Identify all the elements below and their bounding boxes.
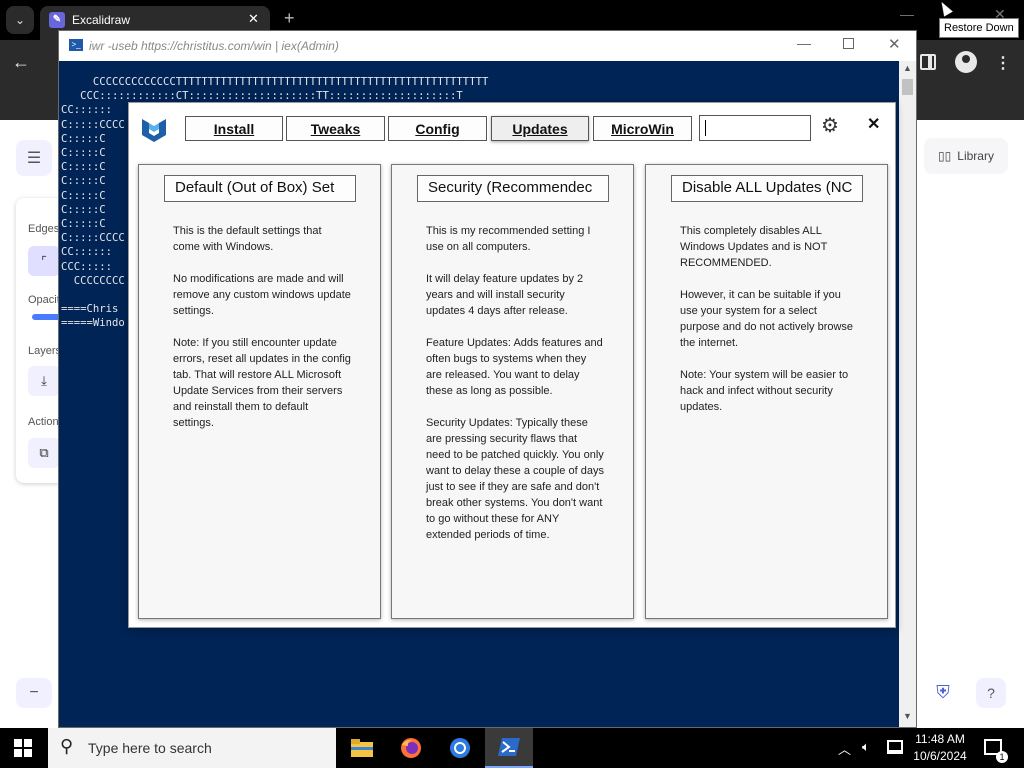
opacity-label: Opacit (28, 294, 60, 306)
minimize-icon[interactable]: — (797, 35, 811, 51)
hamburger-menu-icon[interactable]: ☰ (16, 140, 52, 176)
tab-config[interactable]: Config (388, 116, 487, 141)
default-settings-button[interactable]: Default (Out of Box) Set (164, 175, 356, 202)
volume-icon[interactable]: 🔈︎ (862, 739, 870, 755)
close-icon[interactable]: ✕ (867, 114, 880, 134)
network-icon[interactable] (887, 740, 903, 754)
default-settings-description: This is the default settings that come w… (173, 225, 351, 429)
tray-chevron-up-icon[interactable]: ︿ (838, 739, 851, 758)
library-label: Library (957, 149, 994, 163)
new-tab-button[interactable]: + (284, 8, 295, 29)
back-arrow-icon[interactable]: ← (12, 52, 30, 73)
send-backward-icon[interactable]: ⤓ (28, 366, 60, 396)
console-scrollbar[interactable] (899, 61, 916, 727)
disable-updates-button[interactable]: Disable ALL Updates (NC (671, 175, 863, 202)
profile-avatar-icon[interactable] (955, 51, 977, 73)
tab-install[interactable]: Install (185, 116, 283, 141)
powershell-icon: >_ (69, 39, 83, 51)
browser-minimize-icon[interactable]: — (900, 6, 914, 22)
windows-start-icon[interactable] (14, 739, 32, 757)
search-input[interactable] (699, 115, 811, 141)
file-explorer-icon[interactable] (338, 728, 386, 768)
tab-list-chevron-icon[interactable]: ⌄ (6, 6, 34, 34)
tab-close-icon[interactable]: ✕ (248, 11, 259, 27)
help-icon[interactable]: ? (976, 678, 1006, 708)
gear-icon[interactable]: ⚙ (821, 113, 839, 138)
sharp-edges-icon[interactable]: ⌜ (28, 246, 60, 276)
tooltip: Restore Down (939, 18, 1019, 38)
scrollbar-thumb[interactable] (902, 79, 913, 95)
excalidraw-favicon-icon: ✎ (49, 12, 65, 28)
security-settings-button[interactable]: Security (Recommendec (417, 175, 609, 202)
taskbar: ⚲ Type here to search ︿ 🔈︎ 11:48 AM 10/6… (0, 728, 1024, 768)
text-caret (705, 120, 706, 136)
clock-date[interactable]: 10/6/2024 (912, 749, 968, 763)
search-icon: ⚲ (60, 736, 74, 756)
powershell-title: iwr -useb https://christitus.com/win | i… (89, 39, 339, 53)
notification-count-badge: 1 (996, 751, 1008, 763)
scroll-down-icon[interactable]: ▼ (903, 711, 912, 721)
winutil-logo-icon (142, 119, 166, 142)
actions-label: Action (28, 416, 59, 428)
zoom-out-button[interactable]: − (16, 678, 52, 708)
book-icon: ▯▯ (938, 149, 952, 163)
tab-tweaks[interactable]: Tweaks (286, 116, 385, 141)
library-button[interactable]: ▯▯ Library (924, 138, 1008, 174)
edges-label: Edges (28, 223, 60, 235)
tab-updates[interactable]: Updates (491, 116, 589, 141)
scroll-up-icon[interactable]: ▲ (903, 63, 912, 73)
firefox-icon[interactable] (387, 728, 435, 768)
shield-icon[interactable]: ⛨ (932, 682, 954, 704)
update-option-disable: Disable ALL Updates (NC This completely … (645, 164, 888, 619)
duplicate-icon[interactable]: ⧉ (28, 438, 60, 468)
chromium-icon[interactable] (436, 728, 484, 768)
layers-label: Layers (28, 345, 62, 357)
taskbar-search-box[interactable]: ⚲ Type here to search (48, 728, 336, 768)
tab-title: Excalidraw (72, 13, 131, 27)
clock-time[interactable]: 11:48 AM (912, 732, 968, 746)
update-option-default: Default (Out of Box) Set This is the def… (138, 164, 381, 619)
search-placeholder: Type here to search (88, 740, 212, 756)
update-option-security: Security (Recommendec This is my recomme… (391, 164, 634, 619)
browser-menu-kebab-icon[interactable]: ⋮ (995, 53, 1011, 73)
powershell-taskbar-icon[interactable] (485, 728, 533, 768)
winutil-window: Install Tweaks Config Updates MicroWin ⚙… (128, 102, 896, 628)
close-icon[interactable]: ✕ (888, 35, 901, 53)
console-line: CCCCCCCCCCCCCTTTTTTTTTTTTTTTTTTTTTTTTTTT… (61, 76, 489, 88)
security-settings-description: This is my recommended setting I use on … (426, 225, 604, 541)
powershell-titlebar[interactable]: >_ iwr -useb https://christitus.com/win … (59, 31, 916, 61)
maximize-icon[interactable] (843, 38, 854, 49)
disable-updates-description: This completely disables ALL Windows Upd… (680, 225, 854, 413)
sidebar-toggle-icon[interactable] (920, 54, 936, 70)
tab-microwin[interactable]: MicroWin (593, 116, 692, 141)
